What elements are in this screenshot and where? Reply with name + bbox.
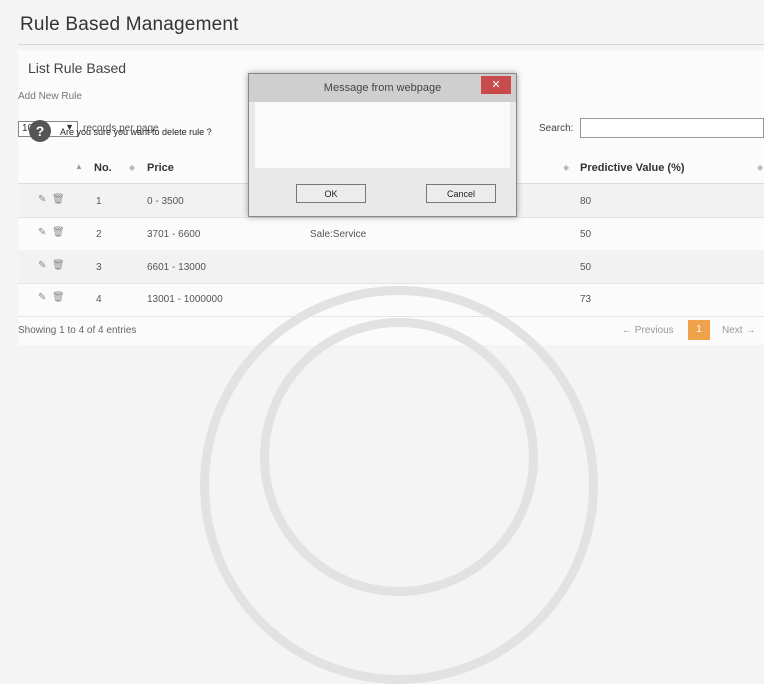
edit-icon[interactable]: ✎ — [38, 292, 46, 303]
cell-price: 6601 - 13000 — [147, 262, 206, 273]
header-predictive-value[interactable]: Predictive Value (%) — [580, 162, 685, 174]
header-no[interactable]: No. — [94, 162, 112, 174]
watermark-arc — [260, 318, 538, 596]
dialog-message: Are you sure you want to delete rule ? — [60, 127, 212, 137]
sort-icon[interactable]: ◆ — [757, 163, 763, 172]
add-new-rule-link[interactable]: Add New Rule — [18, 91, 82, 102]
sort-asc-icon[interactable]: ▲ — [75, 162, 83, 171]
question-icon: ? — [29, 120, 51, 142]
close-icon[interactable]: ✕ — [481, 76, 511, 94]
panel-heading: List Rule Based — [28, 60, 127, 76]
table-row — [18, 250, 764, 284]
cell-rule: Sale:Service — [310, 229, 367, 240]
cancel-button[interactable]: Cancel — [426, 184, 496, 203]
cell-no: 1 — [96, 196, 102, 207]
delete-icon[interactable]: 🗑 — [52, 292, 65, 303]
pagination-previous[interactable]: ← Previous — [622, 325, 674, 336]
cell-no: 3 — [96, 262, 102, 273]
table-row — [18, 283, 764, 317]
dialog-titlebar[interactable]: Message from webpage ✕ — [249, 74, 516, 102]
cell-no: 4 — [96, 294, 102, 305]
cell-no: 2 — [96, 229, 102, 240]
dialog-body — [255, 102, 510, 168]
delete-icon[interactable]: 🗑 — [52, 227, 65, 238]
header-price[interactable]: Price — [147, 162, 174, 174]
ok-button[interactable]: OK — [296, 184, 366, 203]
cell-predictive: 50 — [580, 262, 592, 273]
edit-icon[interactable]: ✎ — [38, 194, 46, 205]
delete-icon[interactable]: 🗑 — [52, 194, 65, 205]
cell-predictive: 50 — [580, 229, 592, 240]
edit-icon[interactable]: ✎ — [38, 227, 46, 238]
search-input[interactable] — [580, 118, 764, 138]
cell-predictive: 80 — [580, 196, 592, 207]
pagination-current-page[interactable]: 1 — [688, 320, 710, 340]
delete-icon[interactable]: 🗑 — [52, 260, 65, 271]
cell-price: 0 - 3500 — [147, 196, 184, 207]
cell-price: 3701 - 6600 — [147, 229, 201, 240]
table-info: Showing 1 to 4 of 4 entries — [18, 325, 137, 336]
pagination-next[interactable]: Next → — [722, 325, 755, 336]
sort-icon[interactable]: ◆ — [129, 163, 135, 172]
table-row — [18, 217, 764, 251]
cell-predictive: 73 — [580, 294, 592, 305]
page-title: Rule Based Management — [20, 14, 239, 35]
title-divider — [18, 44, 764, 45]
search-label: Search: — [539, 123, 574, 134]
edit-icon[interactable]: ✎ — [38, 260, 46, 271]
cell-price: 13001 - 1000000 — [147, 294, 223, 305]
dialog-title: Message from webpage — [323, 82, 442, 94]
sort-icon[interactable]: ◆ — [563, 163, 569, 172]
